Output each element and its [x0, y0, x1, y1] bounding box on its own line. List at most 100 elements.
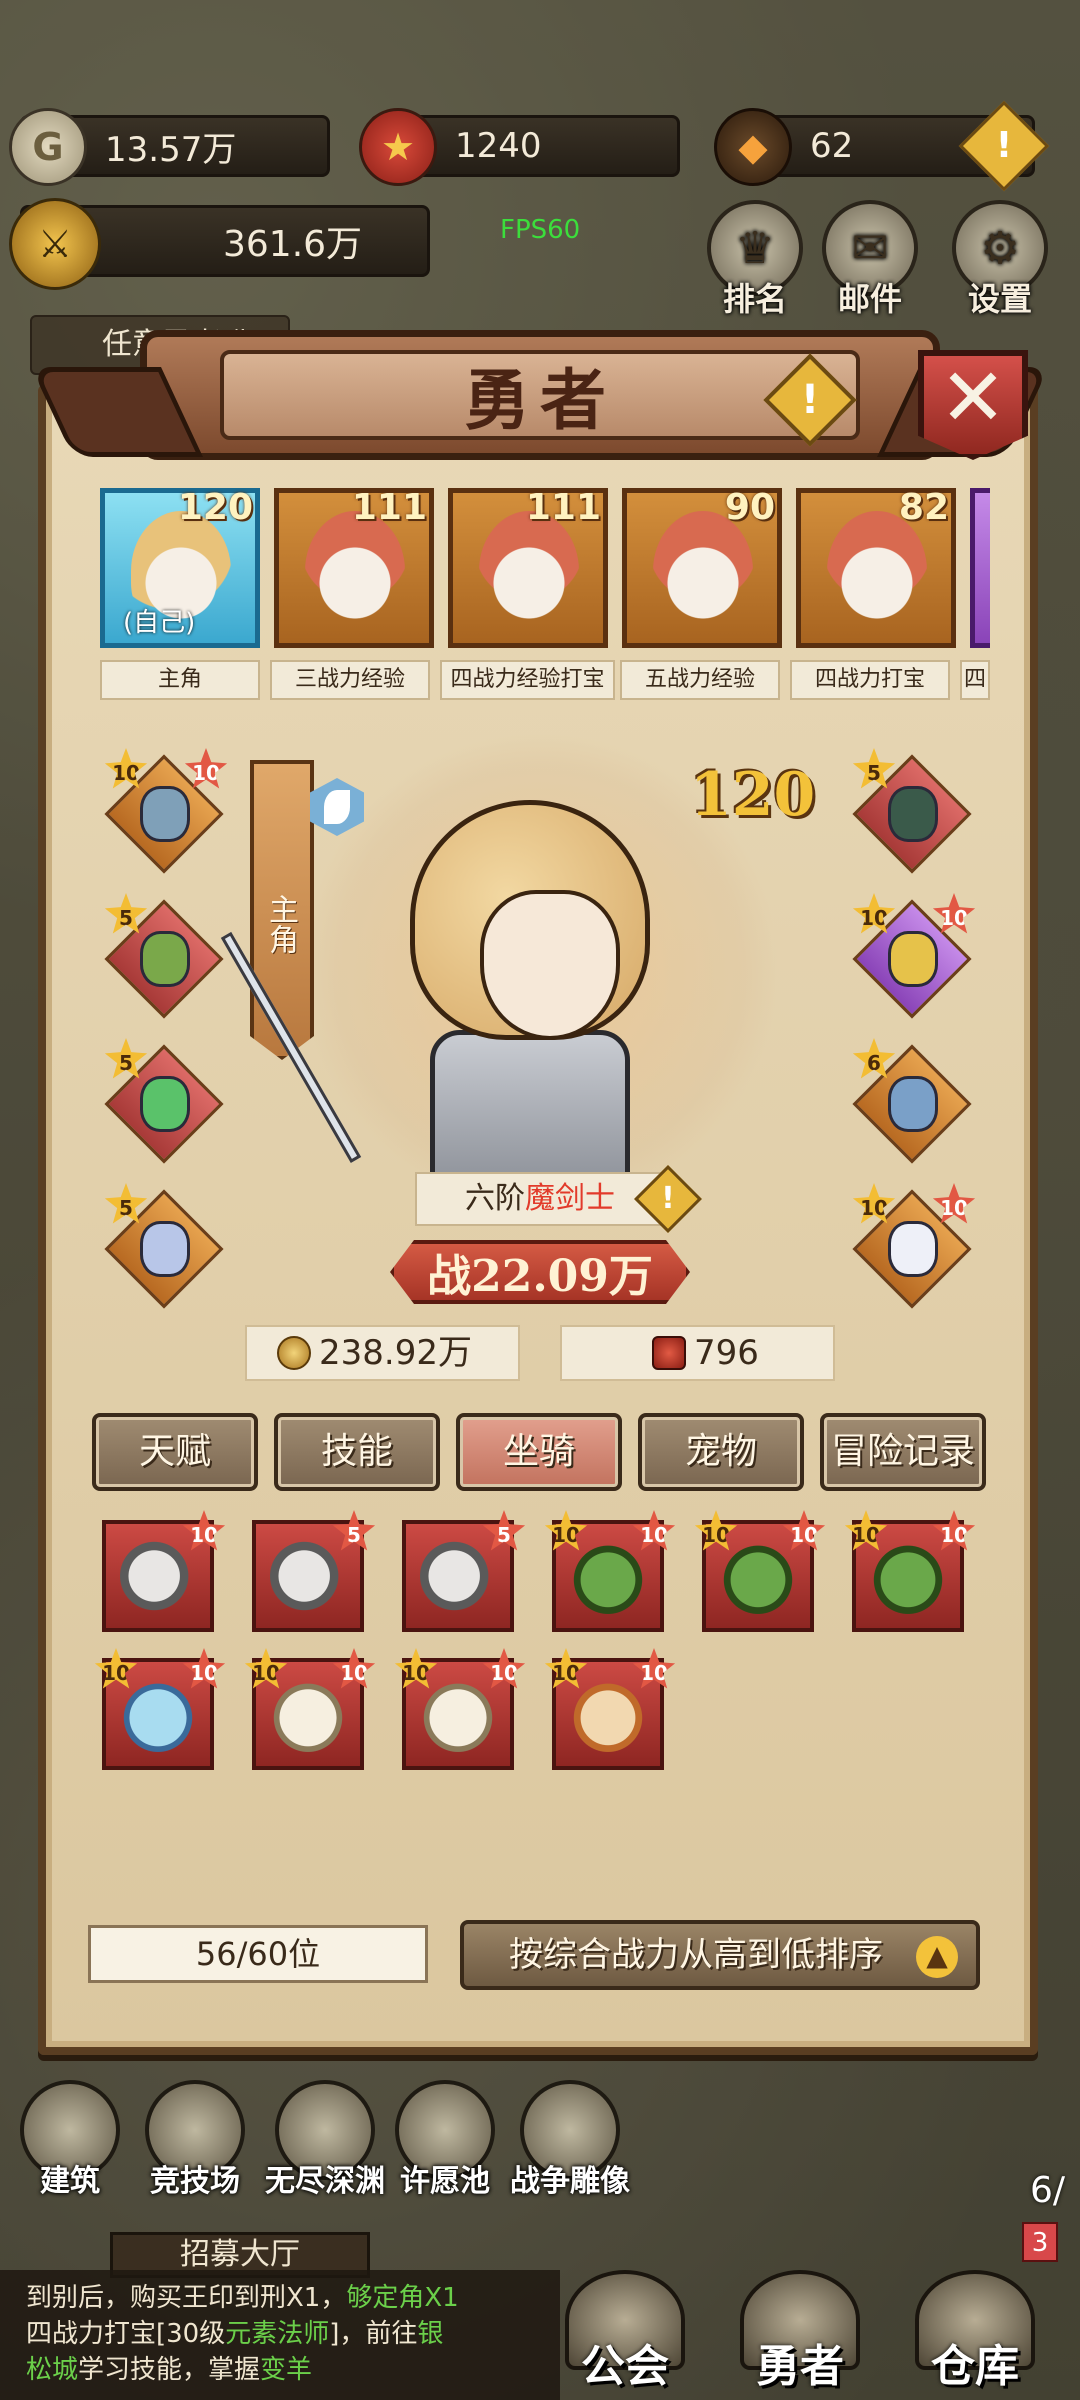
mount-item[interactable]: 10 10 [844, 1510, 976, 1632]
mount-item[interactable]: 10 10 [394, 1648, 526, 1770]
mount-item[interactable]: 10 10 [94, 1648, 226, 1770]
dock-label: 勇者 [756, 2341, 844, 2392]
goblin-mount-icon [570, 1538, 646, 1614]
news-highlight: 松城 [26, 2355, 79, 2385]
nav-label: 战争雕像 [510, 2164, 630, 2199]
rank-button[interactable]: ♛ 排名 [700, 200, 810, 320]
sort-button[interactable]: 按综合战力从高到低排序 ▲ [460, 1920, 980, 1990]
goblin-helmet-icon [140, 931, 190, 987]
dock-storage[interactable]: 仓库 [890, 2270, 1060, 2400]
hero-portrait-icon [305, 511, 405, 631]
mount-item[interactable]: 10 10 [694, 1510, 826, 1632]
side-counter: 6/ [1030, 2170, 1066, 2211]
boots-icon [140, 1221, 190, 1277]
mount-item[interactable]: 5 [402, 1510, 526, 1632]
mail-button[interactable]: ✉ 邮件 [815, 200, 925, 320]
nav-wishing-well[interactable]: 许愿池 [385, 2080, 505, 2200]
gold-coin-icon [277, 1336, 311, 1370]
beast-mount-icon [570, 1676, 646, 1752]
equip-slot-helmet[interactable]: 5 [104, 893, 224, 1019]
hero-card[interactable]: 111 [448, 488, 608, 648]
hero-tag: 四战力打宝 [790, 660, 950, 700]
equip-slot-cape[interactable]: 10 10 [852, 1183, 976, 1309]
hero-card[interactable]: 90 [622, 488, 782, 648]
news-text: ]，前往 [329, 2319, 418, 2349]
sort-label: 按综合战力从高到低排序 [509, 1935, 883, 1975]
gem-value: 62 [810, 126, 854, 166]
winged-mount-icon [270, 1676, 346, 1752]
nav-arena[interactable]: 竞技场 [135, 2080, 255, 2200]
mount-item[interactable]: 10 [102, 1510, 226, 1632]
power-glyph: 战 [427, 1251, 472, 1302]
hero-level: 111 [351, 488, 427, 528]
cape-icon [888, 1221, 938, 1277]
news-highlight: 够定角X1 [346, 2283, 459, 2313]
dock-guild[interactable]: 公会 [540, 2270, 710, 2400]
gold-value: 13.57万 [105, 129, 237, 170]
hero-card[interactable]: 71 [970, 488, 990, 648]
nav-label: 无尽深渊 [265, 2164, 385, 2199]
tab-mounts[interactable]: 坐骑 [456, 1413, 622, 1491]
role-label: 主角 [263, 894, 298, 954]
news-highlight: 元素法师 [225, 2319, 330, 2349]
rank-label: 排名 [722, 280, 787, 318]
tab-skills[interactable]: 技能 [274, 1413, 440, 1491]
tab-pets[interactable]: 宠物 [638, 1413, 804, 1491]
total-power-value: 361.6万 [223, 224, 363, 265]
tab-adventure-log[interactable]: 冒险记录 [820, 1413, 986, 1491]
gold-coin-icon: G [9, 108, 87, 186]
news-highlight: 银 [417, 2319, 444, 2349]
dock-label: 仓库 [931, 2341, 1019, 2392]
equip-slot-belt[interactable]: 6 [852, 1038, 972, 1164]
tab-talent[interactable]: 天赋 [92, 1413, 258, 1491]
hero-tag: 四 [960, 660, 990, 700]
hero-card[interactable]: 120 (自己) [100, 488, 260, 648]
hero-count: 56/60位 [88, 1925, 428, 1983]
news-ticker: 到别后，购买王印到刑X1，够定角X1 四战力打宝[30级元素法师]，前往银 松城… [0, 2270, 560, 2400]
hero-gold-value: 238.92万 [319, 1333, 472, 1373]
ice-mount-icon [120, 1676, 196, 1752]
dock-heroes[interactable]: 勇者 [715, 2270, 885, 2400]
mail-label: 邮件 [837, 280, 902, 318]
hero-gold-stat: 238.92万 [245, 1325, 520, 1381]
gem-crystal-icon: ◆ [714, 108, 792, 186]
fps-counter: FPS60 [500, 215, 581, 245]
nav-label: 许愿池 [400, 2164, 490, 2199]
equip-slot-ring[interactable]: 10 10 [852, 893, 976, 1019]
equip-slot-armor[interactable]: 5 [104, 1038, 224, 1164]
nav-label: 建筑 [40, 2164, 100, 2199]
hero-level: 90 [724, 488, 775, 528]
honor-value: 1240 [455, 126, 542, 166]
dragon-mount-icon [120, 1538, 196, 1614]
nav-building[interactable]: 建筑 [10, 2080, 130, 2200]
class-tier: 六阶 [465, 1181, 525, 1216]
news-text: 到别后，购买王印到刑X1， [26, 2283, 347, 2313]
hero-tag: 五战力经验 [620, 660, 780, 700]
hero-portrait-icon [827, 511, 927, 631]
nav-abyss[interactable]: 无尽深渊 [255, 2080, 395, 2200]
equip-slot-boots[interactable]: 5 [104, 1183, 224, 1309]
honor-shield-icon [652, 1336, 686, 1370]
mount-item[interactable]: 5 [252, 1510, 376, 1632]
mount-item[interactable]: 10 10 [544, 1648, 676, 1770]
hero-roster[interactable]: 120 (自己) 111 111 90 82 71 [100, 488, 990, 648]
hero-card[interactable]: 82 [796, 488, 956, 648]
mount-item[interactable]: 10 10 [244, 1648, 376, 1770]
settings-button[interactable]: ⚙ 设置 [945, 200, 1055, 320]
hero-class: 六阶魔剑士 [415, 1172, 665, 1226]
news-highlight: 变羊 [260, 2355, 313, 2385]
hero-card[interactable]: 111 [274, 488, 434, 648]
nav-war-statue[interactable]: 战争雕像 [500, 2080, 640, 2200]
gem-counter: ◆ 62 ! [714, 100, 1050, 192]
belt-icon [888, 1076, 938, 1132]
goblin-mount-icon [870, 1538, 946, 1614]
hero-portrait-icon [653, 511, 753, 631]
plumed-helmet-icon [140, 1076, 190, 1132]
hero-power: 战 22.09万 [390, 1240, 690, 1304]
mount-item[interactable]: 10 10 [544, 1510, 676, 1632]
hero-portrait-icon [479, 511, 579, 631]
hero-level-big: 120 [690, 760, 816, 830]
equip-slot-weapon[interactable]: 10 10 [104, 748, 228, 874]
dragon-mount-icon [420, 1538, 496, 1614]
equip-slot-necklace[interactable]: 5 [852, 748, 972, 874]
